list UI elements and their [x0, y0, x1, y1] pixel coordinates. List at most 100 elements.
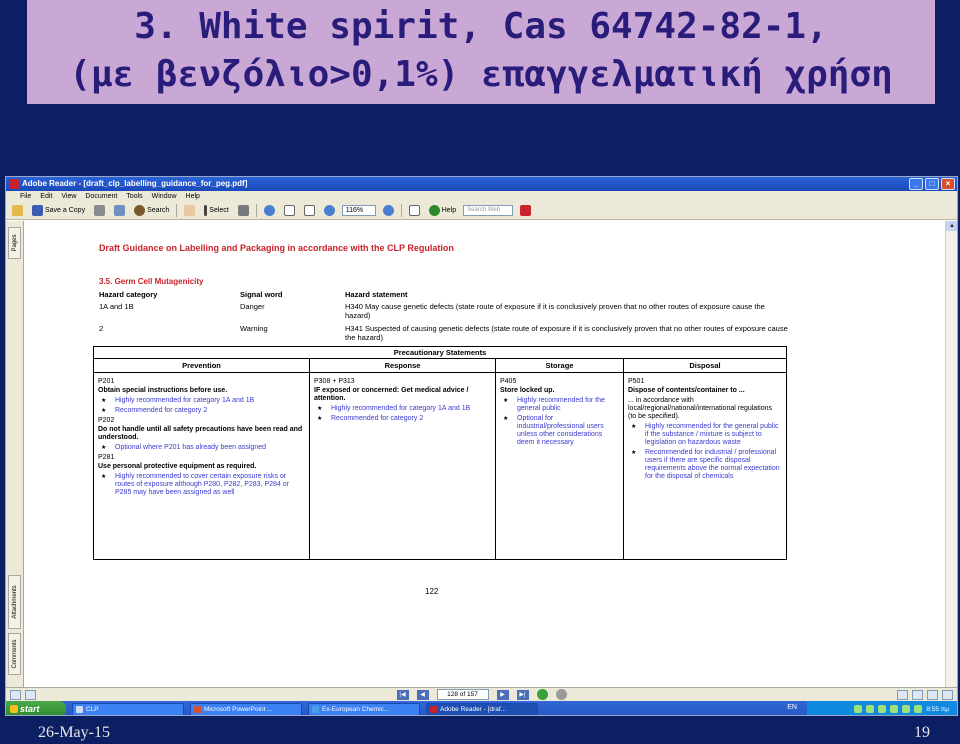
pages-tab-label: Pages	[11, 234, 18, 252]
camera-icon	[237, 205, 249, 216]
p281-note: Highly recommended to cover certain expo…	[98, 473, 305, 497]
system-clock[interactable]: 8:55 πμ	[926, 706, 949, 713]
slide-title-banner: 3. White spirit, Cas 64742-82-1, (με βεν…	[27, 0, 935, 104]
scroll-up-arrow[interactable]: ▲	[946, 221, 957, 231]
slide-number: 19	[914, 724, 930, 741]
close-button[interactable]: ×	[941, 178, 955, 190]
section-heading: 3.5. Germ Cell Mutagenicity	[99, 277, 204, 286]
next-page-button[interactable]: ▶	[496, 689, 509, 700]
menu-bar: File Edit View Document Tools Window Hel…	[6, 191, 957, 202]
open-button[interactable]	[10, 204, 25, 218]
search-web-input[interactable]: Search Web	[463, 205, 514, 216]
storage-column: Storage P405 Store locked up. Highly rec…	[496, 359, 624, 559]
p202-code: P202	[98, 417, 115, 424]
prevention-header: Prevention	[94, 359, 309, 373]
p281-code: P281	[98, 454, 115, 461]
menu-file[interactable]: File	[20, 191, 31, 202]
toolbar-separator	[400, 204, 402, 217]
response-column: Response P308 + P313 IF exposed or conce…	[310, 359, 496, 559]
taskbar-item-clp[interactable]: CLP	[72, 702, 184, 715]
previous-page-button[interactable]: ◀	[416, 689, 429, 700]
menu-help[interactable]: Help	[186, 191, 200, 202]
zoom-in-icon	[382, 205, 394, 216]
hazard-row-2-category: 2	[99, 324, 104, 333]
response-note-2: Recommended for category 2	[314, 415, 491, 423]
continuous-facing-icon[interactable]	[942, 690, 953, 700]
hazard-row-2-statement: H341 Suspected of causing genetic defect…	[345, 324, 788, 342]
facing-icon[interactable]	[927, 690, 938, 700]
attachments-tab[interactable]: Attachments	[8, 575, 21, 629]
last-page-button[interactable]: ▶|	[516, 689, 529, 700]
adobe-logo	[518, 204, 533, 218]
search-button[interactable]: Search	[132, 204, 171, 218]
adobe-reader-icon	[9, 179, 19, 189]
start-button[interactable]: start	[6, 701, 66, 715]
actual-size-button[interactable]	[282, 204, 297, 218]
snapshot-button[interactable]	[236, 204, 251, 218]
zoom-out-button[interactable]	[322, 204, 337, 218]
disposal-statement: Dispose of contents/container to ...	[628, 387, 745, 394]
tray-icon[interactable]	[866, 705, 875, 713]
tray-icon[interactable]	[890, 705, 899, 713]
storage-code: P405	[500, 378, 517, 385]
status-icon[interactable]	[10, 690, 21, 700]
p201-code: P201	[98, 378, 115, 385]
help-button[interactable]: Help	[427, 204, 458, 218]
go-back-button[interactable]	[536, 689, 548, 700]
slide-title-line-2: (με βενζόλιο>0,1%) επαγγελματική χρήση	[69, 54, 893, 95]
precautionary-statements-table: Precautionary Statements Prevention P201…	[93, 346, 787, 560]
menu-tools[interactable]: Tools	[126, 191, 142, 202]
email-icon	[114, 205, 126, 216]
tray-icon[interactable]	[878, 705, 887, 713]
signal-word-header: Signal word	[240, 290, 283, 299]
maximize-button[interactable]: □	[925, 178, 939, 190]
status-left-icons	[10, 690, 36, 700]
disposal-detail: ... in accordance with local/regional/na…	[628, 397, 772, 420]
language-indicator[interactable]: EN	[787, 704, 797, 711]
taskbar-item-browser[interactable]: Ex-European Chemic...	[308, 702, 420, 715]
zoom-tool-button[interactable]	[262, 204, 277, 218]
pages-tab[interactable]: Pages	[8, 227, 21, 259]
hand-tool-button[interactable]	[182, 204, 197, 218]
windows-taskbar: start CLP Microsoft PowerPoint ... Ex-Eu…	[6, 701, 957, 715]
menu-document[interactable]: Document	[85, 191, 117, 202]
magnifier-icon	[263, 205, 275, 216]
select-tool-button[interactable]: Select	[202, 204, 230, 218]
hazard-row-1-signal: Danger	[240, 302, 265, 311]
response-statement: IF exposed or concerned: Get medical adv…	[314, 387, 469, 402]
tray-icon[interactable]	[914, 705, 923, 713]
continuous-icon[interactable]	[912, 690, 923, 700]
menu-edit[interactable]: Edit	[40, 191, 52, 202]
status-icon[interactable]	[25, 690, 36, 700]
zoom-level-field[interactable]: 116%	[341, 205, 376, 216]
toolbar-separator	[255, 204, 257, 217]
vertical-scrollbar[interactable]: ▲	[945, 221, 957, 687]
fit-width-button[interactable]	[302, 204, 317, 218]
select-label: Select	[209, 207, 229, 214]
email-button[interactable]	[112, 204, 127, 218]
page-indicator[interactable]: 128 of 157	[436, 689, 489, 700]
p201-note-1: Highly recommended for category 1A and 1…	[98, 397, 305, 405]
save-copy-button[interactable]: Save a Copy	[30, 204, 87, 218]
tray-icon[interactable]	[854, 705, 863, 713]
search-label: Search	[147, 207, 170, 214]
zoom-out-icon	[323, 205, 335, 216]
document-page: Draft Guidance on Labelling and Packagin…	[25, 221, 946, 687]
tray-icon[interactable]	[902, 705, 911, 713]
zoom-in-button[interactable]	[381, 204, 396, 218]
storage-note-1: Highly recommended for the general publi…	[500, 397, 619, 413]
menu-window[interactable]: Window	[152, 191, 177, 202]
hazard-category-header: Hazard category	[99, 290, 158, 299]
menu-view[interactable]: View	[61, 191, 76, 202]
taskbar-item-adobe-reader[interactable]: Adobe Reader - [draf...	[426, 702, 538, 715]
go-forward-button[interactable]	[555, 689, 567, 700]
single-page-icon[interactable]	[897, 690, 908, 700]
first-page-button[interactable]: |◀	[396, 689, 409, 700]
system-tray: 8:55 πμ	[807, 701, 957, 715]
minimize-button[interactable]: _	[909, 178, 923, 190]
taskbar-item-powerpoint[interactable]: Microsoft PowerPoint ...	[190, 702, 302, 715]
adobe-reader-window: Adobe Reader - [draft_clp_labelling_guid…	[5, 176, 958, 716]
print-button[interactable]	[92, 204, 107, 218]
comments-tab[interactable]: Comments	[8, 633, 21, 675]
page-layout-button[interactable]	[407, 204, 422, 218]
